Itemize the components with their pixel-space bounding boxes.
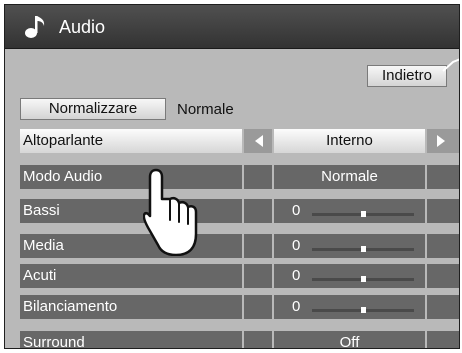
row-left-cell <box>244 264 272 288</box>
row-value[interactable]: Interno <box>274 129 425 153</box>
row-right-cell <box>427 165 459 189</box>
row-left-cell <box>244 199 272 223</box>
row-left-cell <box>244 331 272 348</box>
back-button[interactable]: Indietro <box>367 65 447 87</box>
row-value[interactable]: Off <box>274 331 425 349</box>
row-value-text: Normale <box>321 168 378 185</box>
normalize-status: Normale <box>177 101 234 118</box>
page-title: Audio <box>59 17 106 37</box>
settings-row-media[interactable]: Media 0 <box>20 234 459 258</box>
settings-row-modo-audio[interactable]: Modo Audio Normale <box>20 165 459 189</box>
slider-value: 0 <box>292 202 301 219</box>
row-right-cell <box>427 199 459 223</box>
row-right-cell <box>427 295 459 319</box>
row-value-text: Interno <box>326 132 373 149</box>
settings-row-surround[interactable]: Surround Off <box>20 331 459 349</box>
settings-row-bassi[interactable]: Bassi 0 <box>20 199 459 223</box>
slider-knob[interactable] <box>360 246 366 252</box>
slider-knob[interactable] <box>360 307 366 313</box>
row-right-cell <box>427 264 459 288</box>
back-pointer-line <box>442 58 459 72</box>
titlebar: Audio <box>5 5 459 49</box>
slider-value: 0 <box>292 298 301 315</box>
previous-value-button[interactable] <box>244 129 272 153</box>
row-label: Bassi <box>20 199 242 223</box>
arrow-left-icon <box>255 135 263 147</box>
row-label: Altoparlante <box>20 129 242 153</box>
audio-menu-window: Audio Indietro Normalizzare Normale Alto… <box>4 4 460 349</box>
row-right-cell <box>427 331 459 348</box>
row-label: Modo Audio <box>20 165 242 189</box>
row-value[interactable]: Normale <box>274 165 425 189</box>
audio-settings-panel: Indietro Normalizzare Normale Altoparlan… <box>5 49 459 349</box>
row-label: Surround <box>20 331 242 348</box>
slider-knob[interactable] <box>360 276 366 282</box>
row-left-cell <box>244 234 272 258</box>
row-label: Bilanciamento <box>20 295 242 319</box>
slider-knob[interactable] <box>360 211 366 217</box>
row-right-cell <box>427 234 459 258</box>
hand-pointer-icon <box>143 168 198 256</box>
row-label: Acuti <box>20 264 242 288</box>
normalize-button[interactable]: Normalizzare <box>20 98 166 120</box>
next-value-button[interactable] <box>427 129 459 153</box>
row-label: Media <box>20 234 242 258</box>
row-slider[interactable]: 0 <box>274 264 425 288</box>
music-note-icon <box>25 16 45 38</box>
slider-value: 0 <box>292 267 301 284</box>
row-slider[interactable]: 0 <box>274 234 425 258</box>
arrow-right-icon <box>437 135 445 147</box>
row-slider[interactable]: 0 <box>274 199 425 223</box>
settings-row-bilanciamento[interactable]: Bilanciamento 0 <box>20 295 459 319</box>
settings-row-acuti[interactable]: Acuti 0 <box>20 264 459 288</box>
row-value-text: Off <box>339 334 360 349</box>
slider-value: 0 <box>292 237 301 254</box>
row-left-cell <box>244 295 272 319</box>
settings-row-altoparlante[interactable]: Altoparlante Interno <box>20 129 459 153</box>
row-left-cell <box>244 165 272 189</box>
row-slider[interactable]: 0 <box>274 295 425 319</box>
